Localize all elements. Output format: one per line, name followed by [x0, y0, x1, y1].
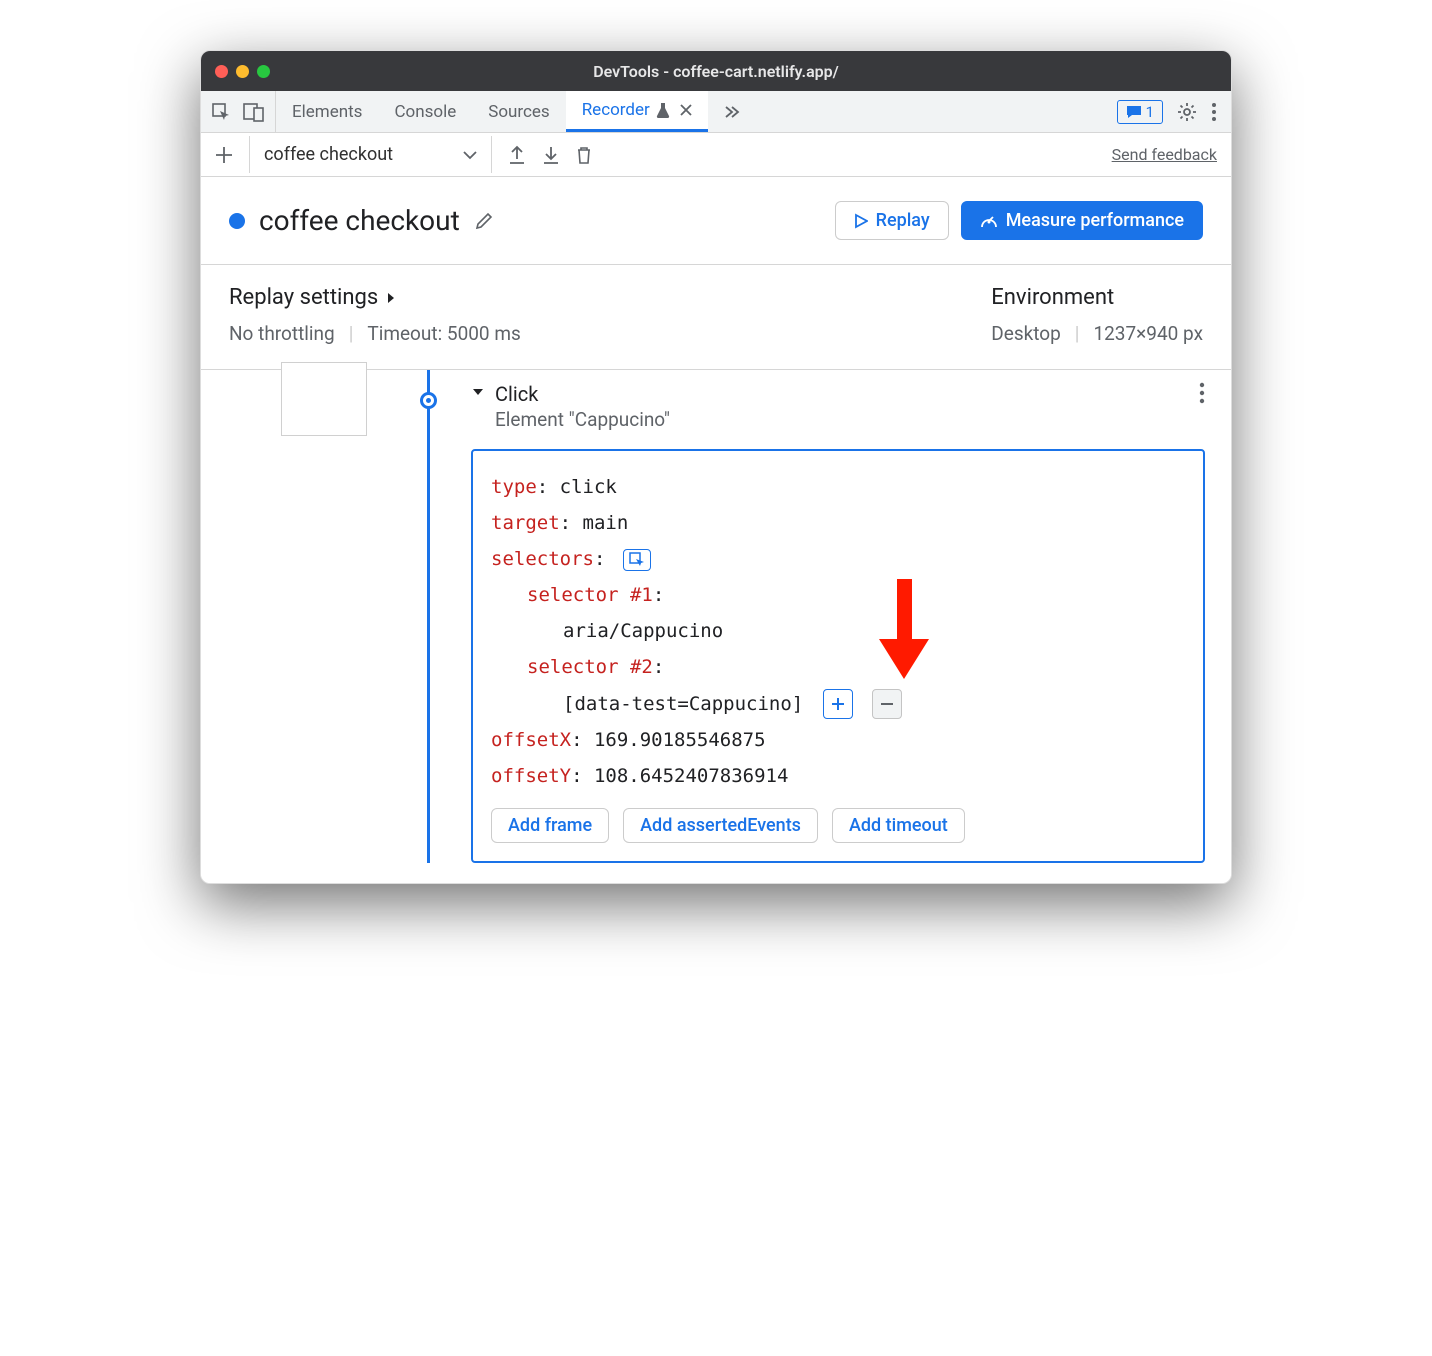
traffic-lights	[201, 65, 270, 78]
recorder-toolbar: coffee checkout Send feedback	[201, 133, 1231, 177]
devtools-tabs: Elements Console Sources Recorder 1	[201, 91, 1231, 133]
replay-settings-title[interactable]: Replay settings	[229, 285, 521, 310]
replay-settings-group: Replay settings No throttling | Timeout:…	[229, 285, 521, 345]
delete-icon[interactable]	[576, 145, 592, 165]
selector2-value[interactable]: [data-test=Cappucino]	[563, 693, 803, 715]
recording-status-dot	[229, 213, 245, 229]
chevron-down-icon	[463, 150, 477, 160]
tab-recorder[interactable]: Recorder	[566, 91, 708, 132]
throttling-value: No throttling	[229, 322, 335, 345]
timeline: Click Element "Cappucino" type: click ta…	[201, 370, 1231, 883]
selector2-key: selector #2	[527, 656, 653, 678]
prop-type-key: type	[491, 476, 537, 498]
close-window-button[interactable]	[215, 65, 228, 78]
step-menu-icon[interactable]	[1199, 382, 1205, 404]
recording-title: coffee checkout	[259, 204, 460, 237]
edit-title-icon[interactable]	[474, 211, 494, 231]
caret-down-icon	[471, 386, 485, 398]
tab-sources[interactable]: Sources	[472, 91, 565, 132]
zoom-window-button[interactable]	[257, 65, 270, 78]
recording-header: coffee checkout Replay Measure performan…	[201, 177, 1231, 265]
recording-select[interactable]: coffee checkout	[249, 136, 492, 173]
element-picker-button[interactable]	[623, 549, 651, 571]
environment-title: Environment	[991, 285, 1203, 310]
tab-elements[interactable]: Elements	[276, 91, 378, 132]
more-tabs-button[interactable]	[708, 91, 756, 132]
screenshot-thumbnail[interactable]	[281, 362, 367, 436]
import-icon[interactable]	[542, 145, 560, 165]
gear-icon[interactable]	[1177, 102, 1197, 122]
tab-console[interactable]: Console	[378, 91, 472, 132]
export-icon[interactable]	[508, 145, 526, 165]
devtools-window: DevTools - coffee-cart.netlify.app/ Elem…	[200, 50, 1232, 884]
add-asserted-events-button[interactable]: Add assertedEvents	[623, 808, 818, 843]
timeline-rail	[427, 370, 430, 863]
inspect-icon[interactable]	[211, 102, 231, 122]
step-detail-box: type: click target: main selectors: sele…	[471, 449, 1205, 863]
flask-icon	[656, 102, 670, 118]
prop-selectors-key: selectors	[491, 548, 594, 570]
messages-count: 1	[1146, 103, 1154, 121]
measure-performance-button[interactable]: Measure performance	[961, 201, 1203, 240]
device-toggle-icon[interactable]	[243, 102, 265, 122]
prop-target-key: target	[491, 512, 560, 534]
window-titlebar: DevTools - coffee-cart.netlify.app/	[201, 51, 1231, 91]
add-timeout-button[interactable]: Add timeout	[832, 808, 965, 843]
add-selector-button[interactable]	[823, 689, 853, 719]
timeout-value: Timeout: 5000 ms	[367, 322, 520, 345]
close-icon[interactable]	[680, 104, 692, 116]
add-frame-button[interactable]: Add frame	[491, 808, 609, 843]
remove-selector-button[interactable]	[872, 689, 902, 719]
messages-badge[interactable]: 1	[1117, 100, 1163, 124]
window-title: DevTools - coffee-cart.netlify.app/	[201, 62, 1231, 81]
minimize-window-button[interactable]	[236, 65, 249, 78]
recording-select-label: coffee checkout	[264, 144, 393, 165]
viewport-value: 1237×940 px	[1093, 322, 1203, 345]
step-title: Click	[495, 382, 670, 406]
kebab-icon[interactable]	[1211, 102, 1217, 122]
prop-offsety-key: offsetY	[491, 765, 571, 787]
prop-offsetx-key: offsetX	[491, 729, 571, 751]
replay-button[interactable]: Replay	[835, 201, 949, 240]
step-subtitle: Element "Cappucino"	[495, 408, 670, 431]
step-header[interactable]: Click Element "Cappucino"	[471, 382, 1205, 431]
selector1-value[interactable]: aria/Cappucino	[563, 620, 723, 642]
selector1-key: selector #1	[527, 584, 653, 606]
environment-group: Environment Desktop | 1237×940 px	[991, 285, 1203, 345]
send-feedback-link[interactable]: Send feedback	[1112, 145, 1217, 164]
settings-bar: Replay settings No throttling | Timeout:…	[201, 265, 1231, 370]
device-value: Desktop	[991, 322, 1061, 345]
timeline-step-marker[interactable]	[420, 392, 437, 409]
add-recording-button[interactable]	[215, 146, 233, 164]
